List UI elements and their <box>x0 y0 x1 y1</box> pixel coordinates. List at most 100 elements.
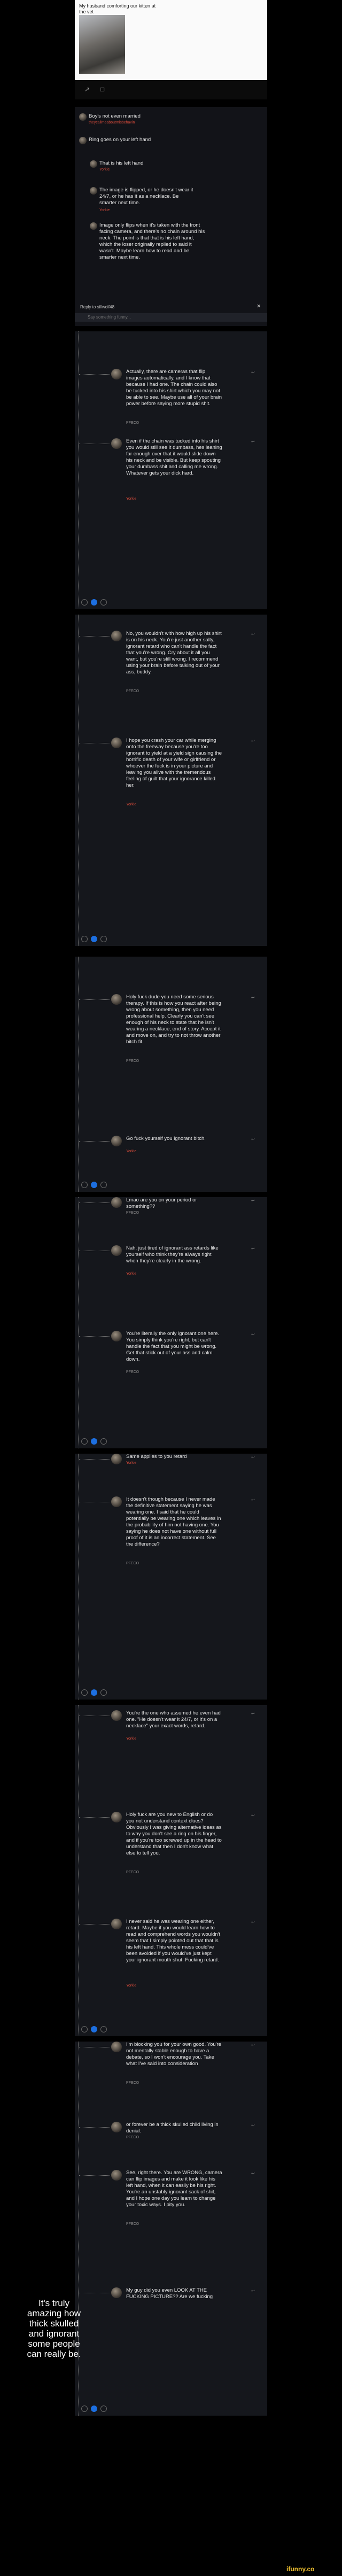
comment-author[interactable]: Yorkie <box>126 497 136 501</box>
avatar[interactable] <box>111 369 122 379</box>
comment-author[interactable]: Yorkie <box>126 1150 136 1153</box>
reply-icon[interactable]: ↩ <box>251 2171 255 2176</box>
reply-icon[interactable]: ↩ <box>251 995 255 1000</box>
avatar[interactable] <box>111 1245 122 1256</box>
downvote-icon[interactable] <box>100 936 107 942</box>
avatar[interactable] <box>111 1710 122 1721</box>
thread-connector <box>79 2127 110 2128</box>
comment-author[interactable]: PFECO <box>126 2081 139 2085</box>
reply-icon[interactable]: ↩ <box>251 1137 255 1142</box>
vote-bar[interactable] <box>81 2405 107 2412</box>
reply-icon[interactable]: ↩ <box>251 1246 255 1251</box>
comment-input[interactable]: Say something funny... <box>75 313 267 322</box>
avatar[interactable] <box>111 2122 122 2132</box>
avatar[interactable] <box>111 2287 122 2298</box>
comment-author[interactable]: Yorkie <box>126 1461 136 1465</box>
dm-username: Yorkie <box>99 168 110 172</box>
avatar[interactable] <box>111 1812 122 1822</box>
downvote-icon[interactable] <box>100 1689 107 1696</box>
comment-screenshot: Same applies to you retard Yorkie ↩ It does… <box>75 1454 267 1700</box>
avatar[interactable] <box>111 2170 122 2181</box>
vote-bar[interactable] <box>81 1438 107 1445</box>
smile-icon[interactable] <box>91 1182 97 1188</box>
comment-author[interactable]: Yorkie <box>126 803 136 806</box>
smile-icon[interactable] <box>91 936 97 942</box>
avatar[interactable] <box>111 2042 122 2052</box>
upvote-icon[interactable] <box>81 1689 88 1696</box>
smile-icon[interactable] <box>91 2406 97 2412</box>
avatar[interactable] <box>111 1197 122 1208</box>
comment-author[interactable]: PFECO <box>126 2136 139 2139</box>
thread-connector <box>79 374 110 375</box>
reply-icon[interactable]: ↩ <box>251 1711 255 1716</box>
upvote-icon[interactable] <box>81 936 88 942</box>
avatar[interactable] <box>111 1136 122 1146</box>
vote-bar[interactable] <box>81 1181 107 1189</box>
reply-icon[interactable]: ↩ <box>251 1332 255 1337</box>
reply-icon[interactable]: ↩ <box>251 370 255 375</box>
smile-icon[interactable] <box>91 599 97 606</box>
avatar[interactable] <box>111 1331 122 1341</box>
upvote-icon[interactable] <box>81 599 88 606</box>
comment-author[interactable]: PFECO <box>126 2222 139 2226</box>
downvote-icon[interactable] <box>100 599 107 606</box>
thread-line <box>78 1197 79 1448</box>
reply-icon[interactable]: ↩ <box>251 1455 255 1460</box>
avatar <box>90 187 97 195</box>
reply-icon[interactable]: ↩ <box>251 2288 255 2293</box>
upvote-icon[interactable] <box>81 2406 88 2412</box>
upvote-icon[interactable] <box>81 1182 88 1188</box>
avatar[interactable] <box>111 738 122 748</box>
avatar[interactable] <box>111 1496 122 1507</box>
avatar[interactable] <box>111 631 122 641</box>
vote-bar[interactable] <box>81 1689 107 1696</box>
comment-author[interactable]: Yorkie <box>126 1737 136 1741</box>
smile-icon[interactable] <box>91 1438 97 1445</box>
comment-author[interactable]: PFECO <box>126 1871 139 1874</box>
avatar[interactable] <box>111 1454 122 1464</box>
downvote-icon[interactable] <box>100 2406 107 2412</box>
avatar[interactable] <box>111 438 122 449</box>
reply-icon[interactable]: ↩ <box>251 2043 255 2047</box>
comment-text: My guy did you even LOOK AT THE FUCKING … <box>126 2287 213 2300</box>
comment-author[interactable]: PFECO <box>126 421 139 425</box>
thread-connector <box>79 999 110 1000</box>
reply-icon[interactable]: ↩ <box>251 1498 255 1502</box>
comment-author[interactable]: PFECO <box>126 1211 139 1215</box>
downvote-icon[interactable] <box>100 1438 107 1445</box>
comment-author[interactable]: Yorkie <box>126 1984 136 1988</box>
avatar <box>79 137 87 144</box>
meme-caption: It's truly amazing how thick skulled and… <box>27 2298 81 2359</box>
reply-icon[interactable]: ↩ <box>251 739 255 743</box>
post-image-panel: My husband comforting our kitten at the … <box>75 0 267 80</box>
upvote-icon[interactable] <box>81 1438 88 1445</box>
reply-icon[interactable]: ↩ <box>251 2123 255 2128</box>
comment-text: I hope you crash your car while merging … <box>126 738 222 788</box>
thread-connector <box>79 2047 110 2048</box>
reply-icon[interactable]: ↩ <box>251 632 255 637</box>
comment-author[interactable]: PFECO <box>126 1059 139 1063</box>
comment-author[interactable]: PFECO <box>126 689 139 693</box>
smile-icon[interactable] <box>91 1689 97 1696</box>
reply-icon[interactable]: ↩ <box>251 1813 255 1818</box>
comment-author[interactable]: PFECO <box>126 1562 139 1565</box>
downvote-icon[interactable] <box>100 2026 107 2032</box>
avatar[interactable] <box>111 994 122 1005</box>
thread-line <box>78 1705 79 2036</box>
vote-bar[interactable] <box>81 599 107 606</box>
reply-icon[interactable]: ↩ <box>251 1198 255 1203</box>
close-icon[interactable]: ✕ <box>256 304 261 309</box>
downvote-icon[interactable] <box>100 1182 107 1188</box>
reply-icon[interactable]: ↩ <box>251 439 255 444</box>
reply-icon[interactable]: ↩ <box>251 1920 255 1925</box>
vote-bar[interactable] <box>81 935 107 943</box>
vote-bar[interactable] <box>81 2026 107 2033</box>
share-icon[interactable]: ↗ <box>84 86 90 93</box>
thread-connector <box>79 1459 110 1460</box>
smile-icon[interactable] <box>91 2026 97 2032</box>
comment-author[interactable]: PFECO <box>126 1370 139 1374</box>
comment-author[interactable]: Yorkie <box>126 1272 136 1276</box>
comment-icon[interactable]: □ <box>100 86 104 93</box>
avatar[interactable] <box>111 1919 122 1929</box>
upvote-icon[interactable] <box>81 2026 88 2032</box>
